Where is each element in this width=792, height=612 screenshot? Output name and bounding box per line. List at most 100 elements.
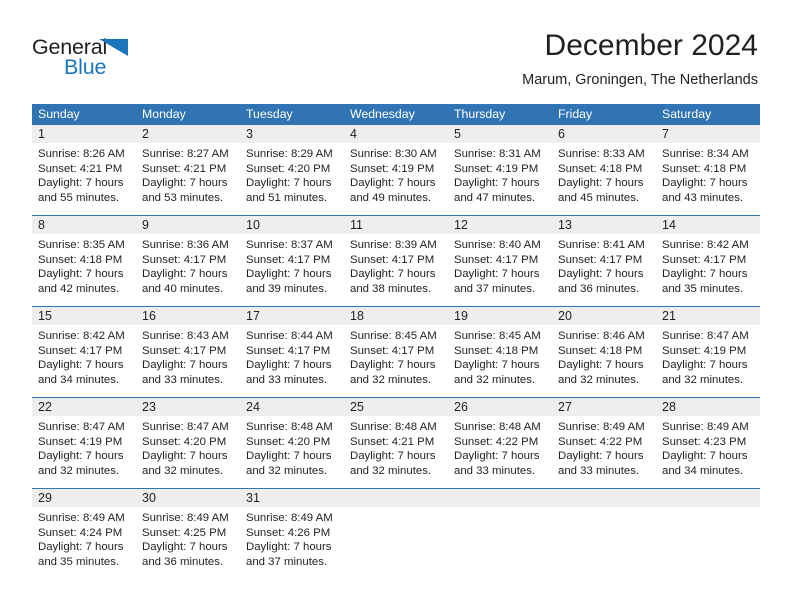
title-block: December 2024 Marum, Groningen, The Neth… xyxy=(522,28,758,90)
day-number[interactable]: 26 xyxy=(448,398,552,416)
day-number[interactable] xyxy=(552,489,656,507)
day-cell[interactable]: Sunrise: 8:33 AM Sunset: 4:18 PM Daylight:… xyxy=(552,143,656,215)
day-cell[interactable]: Sunrise: 8:31 AM Sunset: 4:19 PM Daylight:… xyxy=(448,143,552,215)
calendar-week-row: 22 23 24 25 26 27 28 Sunrise: 8:47 AM Sunset: 4:… xyxy=(32,397,760,488)
calendar-grid: Sunday Monday Tuesday Wednesday Thursday Frid… xyxy=(32,104,760,579)
day-daylight1-text: Daylight: 7 hours xyxy=(38,541,124,554)
day-number[interactable]: 16 xyxy=(136,307,240,325)
day-sunset-text: Sunset: 4:20 PM xyxy=(246,435,331,448)
day-daylight1-text: Daylight: 7 hours xyxy=(662,177,748,190)
day-sunrise-text: Sunrise: 8:42 AM xyxy=(662,239,749,251)
day-number[interactable]: 28 xyxy=(656,398,760,416)
day-cell[interactable]: Sunrise: 8:49 AM Sunset: 4:23 PM Daylight:… xyxy=(656,416,760,488)
day-sunset-text: Sunset: 4:21 PM xyxy=(38,162,123,175)
day-cell[interactable]: Sunrise: 8:43 AM Sunset: 4:17 PM Daylight:… xyxy=(136,325,240,397)
weekday-header-sunday: Sunday xyxy=(38,107,80,121)
day-sunset-text: Sunset: 4:18 PM xyxy=(38,253,123,266)
day-cell[interactable]: Sunrise: 8:29 AM Sunset: 4:20 PM Daylight:… xyxy=(240,143,344,215)
day-cell[interactable]: Sunrise: 8:45 AM Sunset: 4:18 PM Daylight:… xyxy=(448,325,552,397)
day-cell[interactable] xyxy=(448,507,552,579)
day-cell[interactable] xyxy=(344,507,448,579)
calendar-week-row: 8 9 10 11 12 13 14 Sunrise: 8:35 AM Sunset: 4:18… xyxy=(32,215,760,306)
day-number[interactable]: 10 xyxy=(240,216,344,234)
day-number[interactable]: 29 xyxy=(32,489,136,507)
weekday-header-thursday: Thursday xyxy=(454,107,506,121)
day-daylight2-text: and 36 minutes. xyxy=(142,555,224,568)
day-cell[interactable]: Sunrise: 8:47 AM Sunset: 4:20 PM Daylight:… xyxy=(136,416,240,488)
day-cell[interactable]: Sunrise: 8:26 AM Sunset: 4:21 PM Daylight:… xyxy=(32,143,136,215)
day-daylight2-text: and 40 minutes. xyxy=(142,282,224,295)
day-number[interactable]: 4 xyxy=(344,125,448,143)
day-number[interactable]: 17 xyxy=(240,307,344,325)
day-cell[interactable]: Sunrise: 8:47 AM Sunset: 4:19 PM Daylight:… xyxy=(656,325,760,397)
day-sunset-text: Sunset: 4:17 PM xyxy=(558,253,643,266)
day-number[interactable]: 3 xyxy=(240,125,344,143)
day-number[interactable]: 6 xyxy=(552,125,656,143)
day-cell[interactable]: Sunrise: 8:46 AM Sunset: 4:18 PM Daylight:… xyxy=(552,325,656,397)
day-cell[interactable]: Sunrise: 8:36 AM Sunset: 4:17 PM Daylight:… xyxy=(136,234,240,306)
day-cell[interactable]: Sunrise: 8:30 AM Sunset: 4:19 PM Daylight:… xyxy=(344,143,448,215)
day-cell[interactable]: Sunrise: 8:49 AM Sunset: 4:24 PM Daylight:… xyxy=(32,507,136,579)
day-number[interactable]: 20 xyxy=(552,307,656,325)
day-sunrise-text: Sunrise: 8:41 AM xyxy=(558,239,645,251)
day-number[interactable]: 13 xyxy=(552,216,656,234)
day-cell[interactable]: Sunrise: 8:44 AM Sunset: 4:17 PM Daylight:… xyxy=(240,325,344,397)
day-number[interactable]: 5 xyxy=(448,125,552,143)
day-sunrise-text: Sunrise: 8:49 AM xyxy=(558,421,645,433)
day-cell[interactable]: Sunrise: 8:49 AM Sunset: 4:25 PM Daylight:… xyxy=(136,507,240,579)
day-cell[interactable]: Sunrise: 8:47 AM Sunset: 4:19 PM Daylight:… xyxy=(32,416,136,488)
day-cell[interactable]: Sunrise: 8:40 AM Sunset: 4:17 PM Daylight:… xyxy=(448,234,552,306)
day-number[interactable]: 27 xyxy=(552,398,656,416)
day-number[interactable]: 18 xyxy=(344,307,448,325)
day-daylight2-text: and 53 minutes. xyxy=(142,191,224,204)
day-number[interactable]: 9 xyxy=(136,216,240,234)
day-number[interactable]: 7 xyxy=(656,125,760,143)
day-number[interactable]: 14 xyxy=(656,216,760,234)
day-cell[interactable] xyxy=(656,507,760,579)
day-cell[interactable]: Sunrise: 8:48 AM Sunset: 4:21 PM Daylight:… xyxy=(344,416,448,488)
day-cell[interactable]: Sunrise: 8:48 AM Sunset: 4:20 PM Daylight:… xyxy=(240,416,344,488)
day-cell[interactable]: Sunrise: 8:42 AM Sunset: 4:17 PM Daylight:… xyxy=(32,325,136,397)
day-number[interactable]: 8 xyxy=(32,216,136,234)
day-number[interactable]: 23 xyxy=(136,398,240,416)
day-daylight1-text: Daylight: 7 hours xyxy=(454,450,540,463)
day-cell[interactable]: Sunrise: 8:45 AM Sunset: 4:17 PM Daylight:… xyxy=(344,325,448,397)
day-cell[interactable]: Sunrise: 8:37 AM Sunset: 4:17 PM Daylight:… xyxy=(240,234,344,306)
day-cell[interactable]: Sunrise: 8:41 AM Sunset: 4:17 PM Daylight:… xyxy=(552,234,656,306)
week-detail-band: Sunrise: 8:47 AM Sunset: 4:19 PM Daylight:… xyxy=(32,416,760,488)
day-cell[interactable] xyxy=(552,507,656,579)
day-number[interactable]: 24 xyxy=(240,398,344,416)
day-number[interactable]: 2 xyxy=(136,125,240,143)
day-number[interactable]: 15 xyxy=(32,307,136,325)
day-number[interactable] xyxy=(344,489,448,507)
day-cell[interactable]: Sunrise: 8:35 AM Sunset: 4:18 PM Daylight:… xyxy=(32,234,136,306)
day-cell[interactable]: Sunrise: 8:39 AM Sunset: 4:17 PM Daylight:… xyxy=(344,234,448,306)
day-number[interactable] xyxy=(448,489,552,507)
day-cell[interactable]: Sunrise: 8:27 AM Sunset: 4:21 PM Daylight:… xyxy=(136,143,240,215)
day-cell[interactable]: Sunrise: 8:49 AM Sunset: 4:26 PM Daylight:… xyxy=(240,507,344,579)
day-number[interactable]: 12 xyxy=(448,216,552,234)
day-sunset-text: Sunset: 4:21 PM xyxy=(350,435,435,448)
day-number[interactable]: 31 xyxy=(240,489,344,507)
day-sunset-text: Sunset: 4:17 PM xyxy=(142,253,227,266)
week-detail-band: Sunrise: 8:49 AM Sunset: 4:24 PM Daylight:… xyxy=(32,507,760,579)
day-number[interactable]: 19 xyxy=(448,307,552,325)
day-daylight2-text: and 36 minutes. xyxy=(558,282,640,295)
week-daynumber-band: 22 23 24 25 26 27 28 xyxy=(32,398,760,416)
day-cell[interactable]: Sunrise: 8:34 AM Sunset: 4:18 PM Daylight:… xyxy=(656,143,760,215)
day-number[interactable]: 25 xyxy=(344,398,448,416)
week-daynumber-band: 8 9 10 11 12 13 14 xyxy=(32,216,760,234)
day-number[interactable] xyxy=(656,489,760,507)
day-sunrise-text: Sunrise: 8:47 AM xyxy=(662,330,749,342)
day-daylight1-text: Daylight: 7 hours xyxy=(454,359,540,372)
day-cell[interactable]: Sunrise: 8:42 AM Sunset: 4:17 PM Daylight:… xyxy=(656,234,760,306)
day-number[interactable]: 21 xyxy=(656,307,760,325)
day-cell[interactable]: Sunrise: 8:48 AM Sunset: 4:22 PM Daylight:… xyxy=(448,416,552,488)
day-sunrise-text: Sunrise: 8:47 AM xyxy=(142,421,229,433)
day-number[interactable]: 30 xyxy=(136,489,240,507)
day-number[interactable]: 11 xyxy=(344,216,448,234)
weekday-header-monday: Monday xyxy=(142,107,186,121)
day-number[interactable]: 22 xyxy=(32,398,136,416)
day-number[interactable]: 1 xyxy=(32,125,136,143)
day-cell[interactable]: Sunrise: 8:49 AM Sunset: 4:22 PM Daylight:… xyxy=(552,416,656,488)
